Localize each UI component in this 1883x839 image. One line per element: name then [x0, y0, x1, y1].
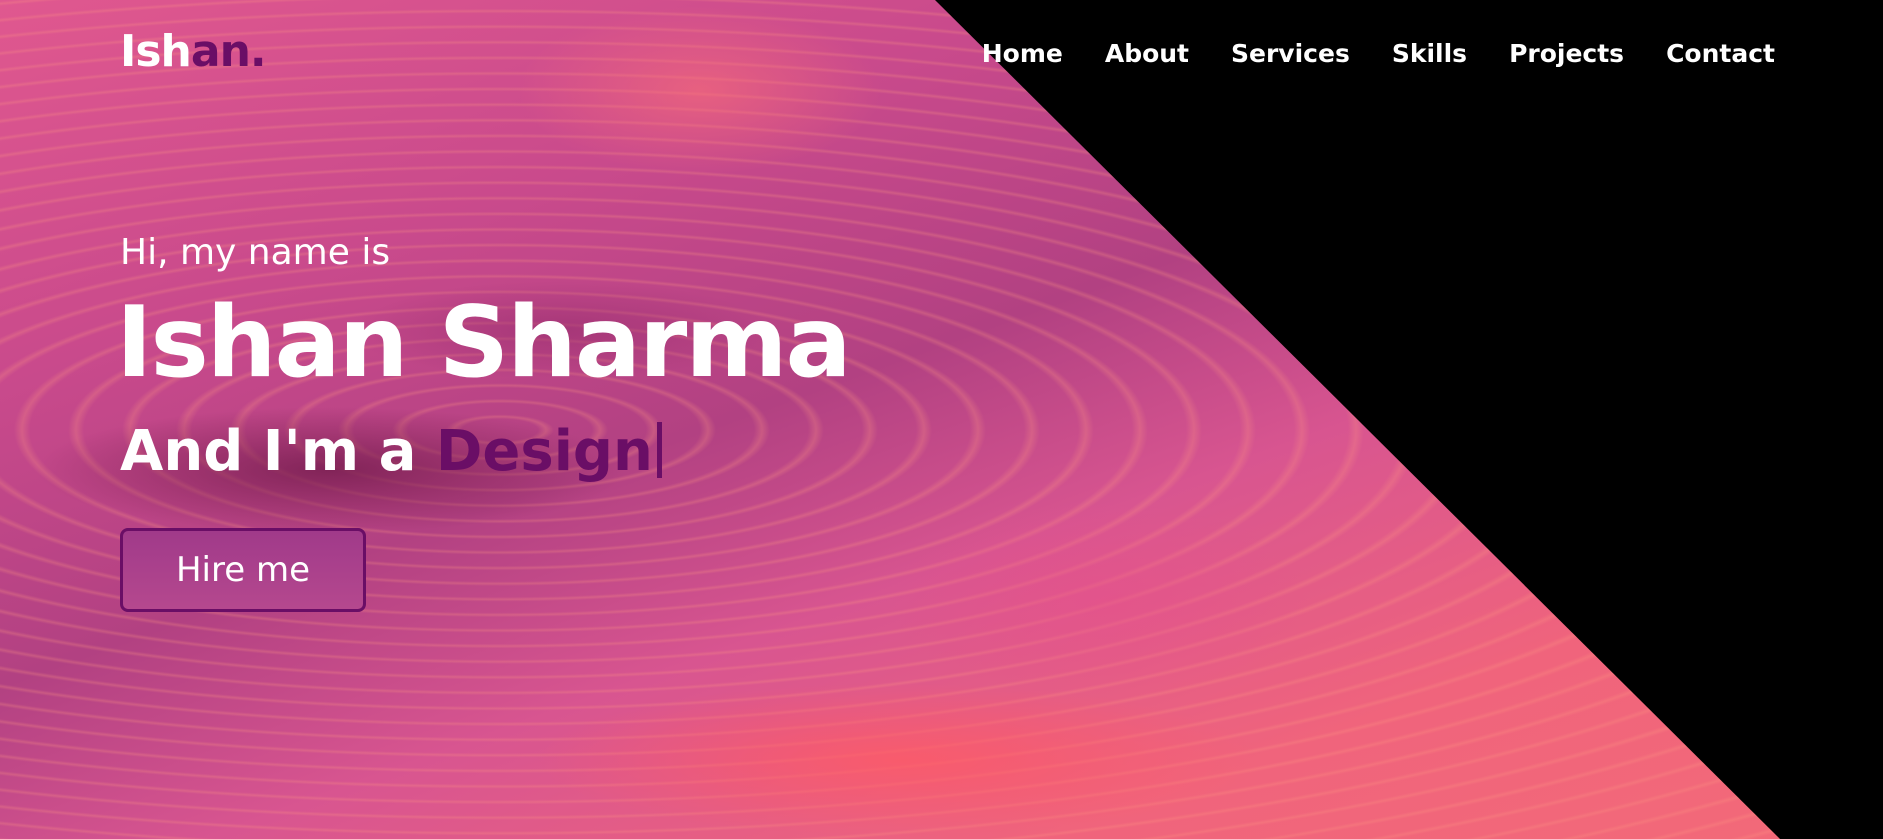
nav-item-services[interactable]: Services: [1231, 36, 1350, 72]
hero-role: And I'm a Design: [120, 418, 662, 485]
logo-accent: an.: [190, 26, 267, 77]
logo[interactable]: Ishan.: [120, 26, 267, 79]
role-typed-text: Design: [435, 419, 653, 484]
nav-item-projects[interactable]: Projects: [1509, 36, 1624, 72]
nav-item-contact[interactable]: Contact: [1666, 36, 1775, 72]
typing-cursor: [656, 422, 662, 478]
main-nav: Home About Services Skills Projects Cont…: [940, 36, 1775, 72]
logo-main: Ish: [120, 26, 192, 77]
page: Ishan. Home About Services Skills Projec…: [0, 0, 1883, 839]
hero-name: Ishan Sharma: [116, 286, 852, 400]
hire-me-button[interactable]: Hire me: [120, 528, 366, 612]
nav-item-about[interactable]: About: [1105, 36, 1189, 72]
role-prefix: And I'm a: [120, 419, 436, 484]
nav-item-home[interactable]: Home: [982, 36, 1063, 72]
nav-item-skills[interactable]: Skills: [1392, 36, 1467, 72]
hero-greeting: Hi, my name is: [120, 232, 391, 273]
